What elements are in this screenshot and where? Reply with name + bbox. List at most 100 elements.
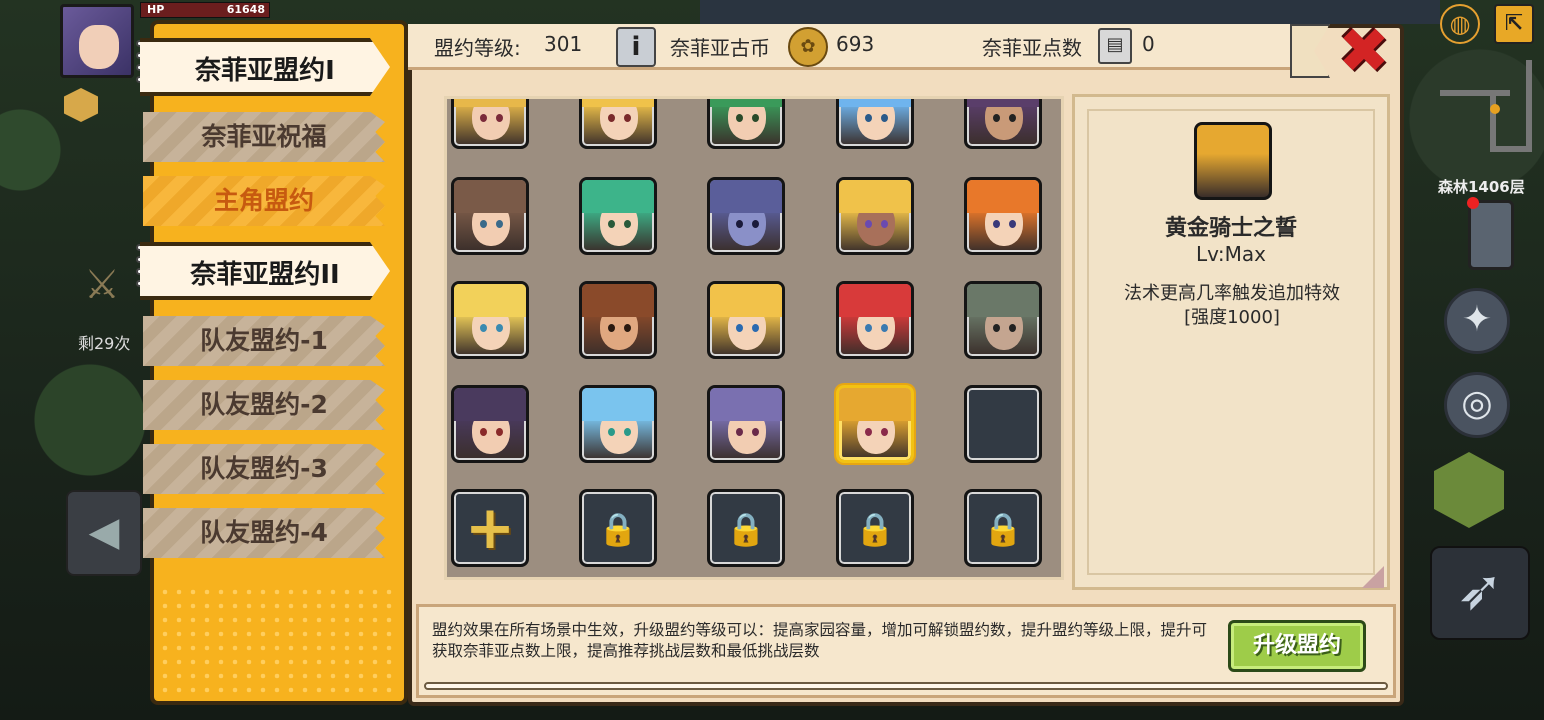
top-right-icons: ◍ ⇱ [1438, 4, 1538, 44]
portrait-hair [710, 284, 782, 318]
menu-tab-teammate-2[interactable]: 队友盟约-2 [143, 380, 385, 430]
portrait-eye [752, 114, 759, 122]
portrait-eye [496, 324, 503, 332]
upgrade-covenant-button[interactable]: 升级盟约 [1228, 620, 1366, 672]
portrait-hair [967, 180, 1039, 214]
menu-tab-teammate-1[interactable]: 队友盟约-1 [143, 316, 385, 366]
hero-portrait[interactable] [707, 177, 785, 255]
portrait-eye [1009, 220, 1016, 228]
globe-icon[interactable]: ◍ [1440, 4, 1480, 44]
menu-tab-teammate-3[interactable]: 队友盟约-3 [143, 444, 385, 494]
phone-icon[interactable] [1467, 197, 1514, 270]
portrait-eye [881, 428, 888, 436]
locked-slot[interactable]: 🔒 [707, 489, 785, 567]
hero-portrait[interactable] [836, 281, 914, 359]
minimap[interactable] [1430, 50, 1540, 166]
portrait-eye [1009, 324, 1016, 332]
notification-dot [1467, 197, 1479, 209]
hero-portrait[interactable] [451, 99, 529, 149]
portrait-eye [624, 324, 631, 332]
hero-portrait[interactable] [451, 281, 529, 359]
hero-portrait[interactable] [964, 281, 1042, 359]
remaining-count: 剩29次 [78, 334, 131, 353]
hp-value: 61648 [226, 3, 265, 16]
menu-tab-nafia-blessing[interactable]: 奈菲亚祝福 [143, 112, 385, 162]
bow-icon[interactable]: ➶ [1430, 546, 1530, 640]
hero-portrait[interactable] [707, 281, 785, 359]
menu-tab-hero-covenant[interactable]: 主角盟约 [143, 176, 385, 226]
hero-portrait[interactable] [579, 385, 657, 463]
hero-portrait[interactable] [964, 177, 1042, 255]
locked-slot[interactable]: 🔒 [964, 489, 1042, 567]
menu-tab-nafia-covenant-2[interactable]: 奈菲亚盟约II [140, 242, 390, 300]
hero-portrait[interactable] [964, 99, 1042, 149]
portrait-eye [736, 428, 743, 436]
portrait-eye [865, 114, 872, 122]
portrait-eye [608, 324, 615, 332]
portrait-eye [752, 220, 759, 228]
lock-icon: 🔒 [855, 510, 895, 548]
portrait-eye [496, 428, 503, 436]
portrait-eye [752, 428, 759, 436]
hero-portrait[interactable] [836, 177, 914, 255]
hero-portrait[interactable] [451, 177, 529, 255]
portrait-hair [710, 180, 782, 214]
portrait-eye [624, 220, 631, 228]
crossed-swords-icon[interactable]: ⚔ [84, 262, 120, 308]
portrait-eye [865, 324, 872, 332]
hero-grid: + 🔒 🔒 🔒 🔒 [444, 96, 1064, 580]
hero-portrait[interactable] [579, 281, 657, 359]
hero-portrait[interactable] [836, 99, 914, 149]
vortex-icon[interactable]: ◎ [1444, 372, 1510, 438]
portrait-hair [582, 388, 654, 422]
empty-slot[interactable] [964, 385, 1042, 463]
exit-icon[interactable]: ⇱ [1494, 4, 1534, 44]
player-avatar[interactable] [60, 4, 134, 78]
portrait-hair [710, 388, 782, 422]
footer-description: 盟约效果在所有场景中生效，升级盟约等级可以：提高家园容量，增加可解锁盟约数，提升… [432, 621, 1208, 660]
compass-icon[interactable]: ✦ [1444, 288, 1510, 354]
close-icon[interactable]: ✖ [1336, 20, 1392, 82]
portrait-eye [608, 428, 615, 436]
menu-tab-teammate-4[interactable]: 队友盟约-4 [143, 508, 385, 558]
portrait-eye [993, 220, 1000, 228]
portrait-hair [967, 99, 1039, 108]
portrait-hair [454, 388, 526, 422]
portrait-eye [865, 220, 872, 228]
detail-name: 黄金骑士之誓 [1164, 216, 1297, 241]
locked-slot[interactable]: 🔒 [836, 489, 914, 567]
portrait-eye [993, 324, 1000, 332]
nafia-coin-label: 奈菲亚古币 [670, 36, 770, 60]
portrait-hair [839, 99, 911, 108]
menu-tab-nafia-covenant-1[interactable]: 奈菲亚盟约I [140, 38, 390, 96]
portrait-hair [454, 180, 526, 214]
hp-label: HP [147, 3, 165, 16]
portrait-eye [736, 324, 743, 332]
info-icon[interactable]: i [616, 27, 656, 67]
avatar-face [79, 25, 119, 69]
back-arrow-button[interactable]: ◀ [66, 490, 142, 576]
portrait-hair [582, 284, 654, 318]
portrait-hair [582, 99, 654, 108]
portrait-eye [881, 324, 888, 332]
hero-portrait[interactable] [707, 385, 785, 463]
hero-portrait[interactable] [579, 177, 657, 255]
portrait-eye [480, 114, 487, 122]
portrait-eye [993, 114, 1000, 122]
horizontal-scrollbar[interactable] [424, 682, 1388, 690]
locked-slot[interactable]: 🔒 [579, 489, 657, 567]
chip-icon: ▤ [1098, 28, 1132, 64]
hero-portrait[interactable] [451, 385, 529, 463]
lock-icon: 🔒 [726, 510, 766, 548]
nafia-points-value: 0 [1142, 32, 1155, 56]
add-slot-button[interactable]: + [451, 489, 529, 567]
portrait-hair [839, 284, 911, 318]
portrait-hair [454, 284, 526, 318]
hero-portrait-selected[interactable] [836, 385, 914, 463]
hero-portrait[interactable] [707, 99, 785, 149]
portrait-eye [752, 324, 759, 332]
hero-portrait[interactable] [579, 99, 657, 149]
portrait-eye [881, 114, 888, 122]
nafia-coin-value: 693 [836, 32, 875, 56]
top-status-strip [700, 0, 1440, 24]
